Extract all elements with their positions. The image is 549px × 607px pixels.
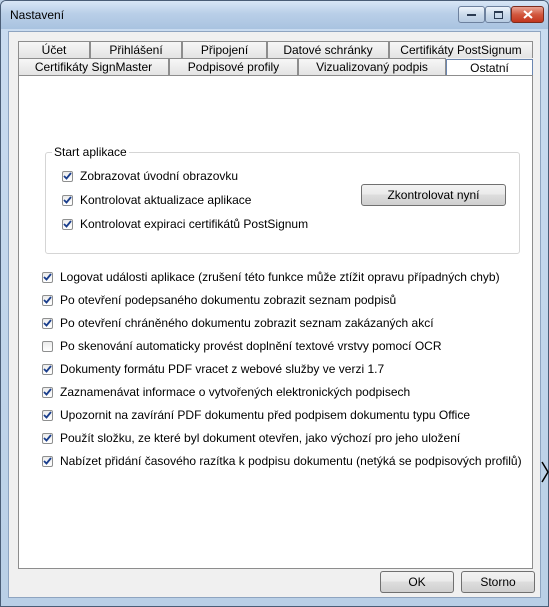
title-bar[interactable]: Nastavení [1, 1, 548, 29]
cancel-button[interactable]: Storno [461, 571, 535, 593]
maximize-button[interactable] [485, 6, 511, 23]
startup-checkbox-row[interactable]: Kontrolovat expiraci certifikátů PostSig… [62, 216, 308, 232]
option-checkbox-row[interactable]: Dokumenty formátu PDF vracet z webové sl… [42, 361, 384, 377]
checkbox-label: Po otevření podepsaného dokumentu zobraz… [60, 293, 397, 307]
check-icon [43, 411, 52, 419]
checkbox-label: Logovat události aplikace (zrušení této … [60, 270, 500, 284]
tab-datove-schranky[interactable]: Datové schránky [267, 41, 389, 58]
checkbox-label: Po skenování automaticky provést doplněn… [60, 339, 442, 353]
resize-cursor-icon [541, 461, 549, 483]
tab-podpisove-profily[interactable]: Podpisové profily [169, 58, 298, 75]
option-checkbox-row[interactable]: Logovat události aplikace (zrušení této … [42, 269, 500, 285]
check-icon [43, 388, 52, 396]
close-button[interactable] [511, 6, 544, 23]
maximize-icon [493, 10, 503, 19]
option-checkbox-row[interactable]: Nabízet přidání časového razítka k podpi… [42, 453, 522, 469]
check-icon [63, 196, 72, 204]
checkbox-label: Upozornit na zavírání PDF dokumentu před… [60, 408, 470, 422]
check-icon [63, 220, 72, 228]
tab-certifikaty-signmaster[interactable]: Certifikáty SignMaster [18, 58, 169, 75]
checkbox[interactable] [42, 340, 53, 352]
checkbox-label: Kontrolovat expiraci certifikátů PostSig… [80, 217, 309, 231]
startup-group-title: Start aplikace [52, 145, 129, 159]
check-icon [43, 434, 52, 442]
option-checkbox-row[interactable]: Použít složku, ze které byl dokument ote… [42, 430, 460, 446]
ok-button[interactable]: OK [380, 571, 454, 593]
settings-window: Nastavení Účet Přihlášení Připojení Dato… [0, 0, 549, 607]
checkbox[interactable] [62, 194, 73, 206]
check-now-button[interactable]: Zkontrolovat nyní [361, 184, 506, 206]
checkbox-label: Použít složku, ze které byl dokument ote… [60, 431, 461, 445]
option-checkbox-row[interactable]: Upozornit na zavírání PDF dokumentu před… [42, 407, 470, 423]
option-checkbox-row[interactable]: Po otevření chráněného dokumentu zobrazi… [42, 315, 434, 331]
checkbox[interactable] [42, 363, 53, 375]
tab-ucet[interactable]: Účet [18, 41, 90, 58]
checkbox[interactable] [42, 271, 53, 283]
tab-pripojeni[interactable]: Připojení [182, 41, 267, 58]
tab-vizualizovany-podpis[interactable]: Vizualizovaný podpis [298, 58, 446, 75]
check-icon [63, 172, 72, 180]
checkbox-label: Zobrazovat úvodní obrazovku [80, 169, 239, 183]
dialog-client-area: Účet Přihlášení Připojení Datové schránk… [8, 31, 541, 598]
checkbox[interactable] [62, 170, 73, 182]
close-icon [522, 10, 533, 19]
window-title: Nastavení [10, 8, 65, 22]
checkbox-label: Dokumenty formátu PDF vracet z webové sl… [60, 362, 385, 376]
checkbox-label: Zaznamenávat informace o vytvořených ele… [60, 385, 411, 399]
option-checkbox-row[interactable]: Po otevření podepsaného dokumentu zobraz… [42, 292, 396, 308]
checkbox[interactable] [42, 386, 53, 398]
tab-prihlaseni[interactable]: Přihlášení [90, 41, 182, 58]
checkbox-label: Kontrolovat aktualizace aplikace [80, 193, 252, 207]
minimize-button[interactable] [458, 6, 485, 23]
checkbox[interactable] [42, 294, 53, 306]
checkbox[interactable] [42, 317, 53, 329]
check-icon [43, 457, 52, 465]
checkbox[interactable] [42, 409, 53, 421]
tab-ostatni[interactable]: Ostatní [446, 59, 533, 75]
option-checkbox-row[interactable]: Zaznamenávat informace o vytvořených ele… [42, 384, 410, 400]
checkbox-label: Nabízet přidání časového razítka k podpi… [60, 454, 522, 468]
tab-panel-ostatni: Start aplikace Zobrazovat úvodní obrazov… [18, 75, 533, 569]
check-icon [43, 296, 52, 304]
checkbox[interactable] [62, 218, 73, 230]
checkbox[interactable] [42, 455, 53, 467]
check-icon [43, 319, 52, 327]
startup-checkbox-row[interactable]: Zobrazovat úvodní obrazovku [62, 168, 238, 184]
check-icon [43, 365, 52, 373]
check-icon [43, 273, 52, 281]
checkbox[interactable] [42, 432, 53, 444]
tab-certifikaty-postsignum[interactable]: Certifikáty PostSignum [389, 41, 533, 58]
checkbox-label: Po otevření chráněného dokumentu zobrazi… [60, 316, 434, 330]
minimize-icon [467, 13, 476, 16]
startup-checkbox-row[interactable]: Kontrolovat aktualizace aplikace [62, 192, 251, 208]
option-checkbox-row[interactable]: Po skenování automaticky provést doplněn… [42, 338, 442, 354]
